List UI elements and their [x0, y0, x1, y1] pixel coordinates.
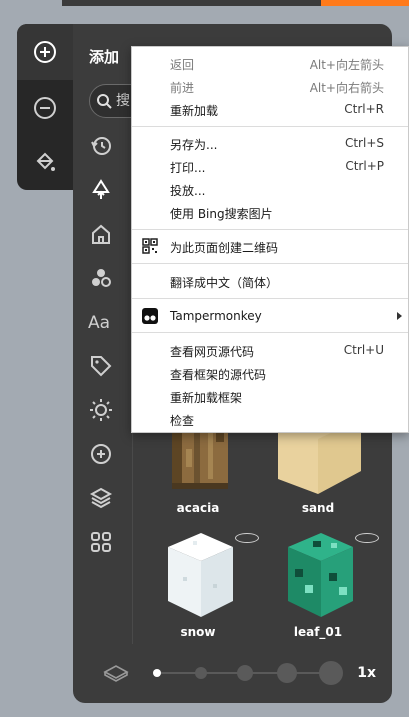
menu-item-label: 查看网页源代码	[170, 345, 255, 359]
tile-sand[interactable]: sand	[263, 419, 373, 519]
house-icon	[92, 224, 110, 244]
qr-code-icon	[142, 238, 158, 254]
tile-label: acacia	[176, 501, 220, 515]
category-layers[interactable]	[87, 484, 115, 512]
menu-item-label: 检查	[170, 414, 195, 428]
search-icon	[97, 94, 112, 109]
menu-item-shortcut: Ctrl+R	[344, 102, 384, 116]
tile-snow[interactable]: snow	[143, 529, 259, 639]
tile-label: snow	[180, 625, 216, 639]
top-accent-strip	[321, 0, 409, 6]
submenu-arrow-icon	[397, 312, 402, 320]
menu-item-label: 重新加载	[170, 104, 219, 118]
paint-bucket-icon	[36, 152, 55, 171]
menu-item-save-as[interactable]: 另存为... Ctrl+S	[132, 132, 408, 155]
zoom-step-4	[277, 663, 297, 683]
menu-item-bing-image-search[interactable]: 使用 Bing搜索图片	[132, 201, 408, 224]
svg-text:Aa: Aa	[88, 313, 110, 332]
zoom-step-1	[153, 669, 161, 677]
menu-item-qr-code[interactable]: 为此页面创建二维码	[132, 235, 408, 258]
menu-item-label: 翻译成中文（简体）	[170, 276, 279, 290]
menu-item-forward[interactable]: 前进 Alt+向右箭头	[132, 75, 408, 98]
category-shapes[interactable]	[87, 264, 115, 292]
menu-item-shortcut: Ctrl+S	[344, 136, 384, 150]
layers-icon	[89, 487, 113, 509]
menu-item-inspect[interactable]: 检查	[132, 408, 408, 431]
panel-title: 添加	[89, 48, 120, 66]
tag-icon	[91, 356, 112, 377]
category-grid[interactable]	[87, 528, 115, 556]
menu-item-view-frame-source[interactable]: 查看框架的源代码	[132, 362, 408, 385]
paint-mode-button[interactable]	[17, 134, 73, 190]
menu-separator	[132, 332, 408, 333]
menu-item-back[interactable]: 返回 Alt+向左箭头	[132, 52, 408, 75]
menu-separator	[132, 229, 408, 230]
tile-leaf[interactable]: leaf_01	[263, 529, 379, 639]
grid-icon	[91, 532, 111, 552]
menu-separator	[132, 126, 408, 127]
menu-item-print[interactable]: 打印... Ctrl+P	[132, 155, 408, 178]
context-menu: 返回 Alt+向左箭头 前进 Alt+向右箭头 重新加载 Ctrl+R 另存为.…	[131, 46, 409, 433]
menu-item-shortcut: Alt+向左箭头	[309, 58, 384, 72]
menu-item-label: 前进	[170, 81, 195, 95]
category-tags[interactable]	[87, 352, 115, 380]
zoom-step-3	[237, 665, 253, 681]
menu-item-reload-frame[interactable]: 重新加载框架	[132, 385, 408, 408]
menu-item-label: 投放...	[170, 184, 206, 198]
plus-circle-icon	[91, 444, 111, 464]
snow-block-icon	[168, 533, 233, 617]
category-recent[interactable]	[87, 132, 115, 160]
menu-item-label: 打印...	[170, 161, 206, 175]
tree-icon	[92, 179, 110, 199]
sun-icon	[90, 399, 112, 421]
menu-separator	[132, 263, 408, 264]
category-more[interactable]	[87, 440, 115, 468]
zoom-slider[interactable]	[149, 658, 349, 688]
category-buildings[interactable]	[87, 220, 115, 248]
menu-item-shortcut: Ctrl+U	[343, 343, 384, 357]
zoom-step-2	[195, 667, 207, 679]
menu-item-cast[interactable]: 投放...	[132, 178, 408, 201]
menu-item-label: 为此页面创建二维码	[170, 241, 279, 255]
menu-item-label: 返回	[170, 58, 195, 72]
menu-item-shortcut: Ctrl+P	[345, 159, 384, 173]
minus-circle-icon	[34, 97, 56, 119]
selection-ring	[235, 533, 259, 543]
menu-item-shortcut: Alt+向右箭头	[309, 81, 384, 95]
menu-item-label: Tampermonkey	[170, 309, 262, 323]
shapes-icon	[92, 269, 111, 287]
menu-item-label: 使用 Bing搜索图片	[170, 207, 273, 221]
tile-label: leaf_01	[293, 625, 343, 639]
leaf-block-icon	[288, 533, 353, 617]
menu-item-translate[interactable]: 翻译成中文（简体）	[132, 270, 408, 293]
ground-plane-icon	[103, 665, 129, 682]
category-nature[interactable]	[87, 176, 115, 204]
category-text[interactable]: Aa	[87, 308, 115, 336]
zoom-step-5	[319, 661, 343, 685]
tile-label: sand	[301, 501, 335, 515]
tile-acacia[interactable]: acacia	[143, 419, 253, 519]
menu-item-label: 另存为...	[170, 138, 218, 152]
menu-separator	[132, 298, 408, 299]
plus-circle-icon	[34, 41, 56, 63]
text-icon: Aa	[88, 313, 110, 332]
zoom-bar: 1x	[73, 652, 392, 694]
menu-item-label: 重新加载框架	[170, 391, 243, 405]
selection-ring	[355, 533, 379, 543]
menu-item-view-source[interactable]: 查看网页源代码 Ctrl+U	[132, 339, 408, 362]
remove-mode-button[interactable]	[17, 80, 73, 136]
menu-item-tampermonkey[interactable]: Tampermonkey	[132, 305, 408, 328]
add-mode-button[interactable]	[17, 24, 73, 80]
history-icon	[91, 137, 111, 155]
zoom-level-label: 1x	[357, 665, 376, 681]
menu-item-reload[interactable]: 重新加载 Ctrl+R	[132, 98, 408, 121]
top-strip	[62, 0, 409, 6]
left-tool-rail	[17, 24, 73, 190]
category-light[interactable]	[87, 396, 115, 424]
tampermonkey-icon	[142, 308, 158, 324]
menu-item-label: 查看框架的源代码	[170, 368, 267, 382]
